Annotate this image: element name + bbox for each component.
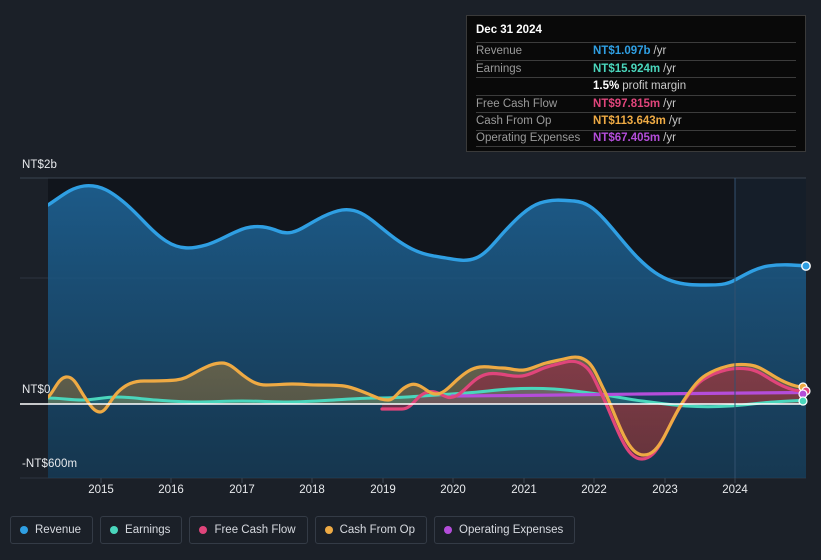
- earnings-endpoint-marker: [798, 396, 808, 406]
- legend-color-dot-icon: [110, 526, 119, 534]
- legend-item-label: Operating Expenses: [459, 524, 564, 536]
- tooltip-row-value: NT$1.097b: [593, 45, 651, 58]
- revenue-endpoint-marker: [801, 261, 811, 271]
- tooltip-row: Cash From Op NT$113.643m/yr: [476, 112, 796, 130]
- x-axis-tick-2017: 2017: [229, 484, 255, 496]
- legend-color-dot-icon: [20, 526, 28, 534]
- tooltip-row-label: Earnings: [476, 62, 522, 75]
- x-axis-tick-2022: 2022: [581, 484, 607, 496]
- legend-item-earnings[interactable]: Earnings: [100, 516, 183, 544]
- tooltip-row: Revenue NT$1.097b/yr: [476, 42, 796, 60]
- tooltip-row-value: NT$67.405m: [593, 132, 661, 145]
- tooltip-row: Operating Expenses NT$67.405m/yr: [476, 129, 796, 147]
- legend-item-revenue[interactable]: Revenue: [10, 516, 94, 544]
- x-axis-tick-2020: 2020: [440, 484, 466, 496]
- x-axis-tick-2019: 2019: [370, 484, 396, 496]
- legend-color-dot-icon: [199, 526, 208, 534]
- tooltip-row: 1.5% profit margin: [476, 77, 796, 95]
- y-axis-label-zero: NT$0: [22, 384, 51, 396]
- tooltip-row-suffix: /yr: [663, 62, 676, 75]
- tooltip-row-value: NT$15.924m: [593, 62, 661, 75]
- x-axis-tick-2024: 2024: [722, 484, 748, 496]
- tooltip-row-value: 1.5%: [593, 80, 620, 93]
- tooltip-row-label: Free Cash Flow: [476, 97, 558, 110]
- tooltip-row-label: Cash From Op: [476, 115, 552, 128]
- chart-legend: Revenue Earnings Free Cash Flow Cash From O…: [10, 516, 576, 544]
- x-axis-tick-2023: 2023: [652, 484, 678, 496]
- legend-color-dot-icon: [444, 526, 453, 534]
- y-axis-label-top: NT$2b: [22, 159, 58, 171]
- tooltip-row-value: NT$113.643m: [593, 115, 666, 128]
- tooltip-row-suffix: /yr: [668, 115, 682, 128]
- x-axis-tick-2018: 2018: [299, 484, 325, 496]
- legend-item-label: Free Cash Flow: [214, 524, 296, 536]
- legend-color-dot-icon: [324, 526, 333, 534]
- tooltip-row: Free Cash Flow NT$97.815m/yr: [476, 94, 796, 113]
- tooltip-row-label: Operating Expenses: [476, 132, 581, 145]
- legend-item-free-cash-flow[interactable]: Free Cash Flow: [189, 516, 308, 544]
- legend-item-label: Revenue: [35, 524, 82, 536]
- tooltip-date: Dec 31 2024: [476, 24, 542, 36]
- tooltip-row-label: Revenue: [476, 45, 523, 58]
- tooltip-row-suffix: /yr: [663, 132, 676, 145]
- legend-item-operating-expenses[interactable]: Operating Expenses: [434, 516, 576, 544]
- data-tooltip: Dec 31 2024 Revenue NT$1.097b/yr Earnings N…: [466, 15, 806, 152]
- tooltip-row-value: NT$97.815m: [593, 97, 661, 110]
- legend-item-label: Earnings: [125, 524, 171, 536]
- x-axis-tick-2015: 2015: [88, 484, 114, 496]
- tooltip-row-suffix: profit margin: [622, 80, 687, 93]
- y-axis-label-bottom: -NT$600m: [22, 458, 78, 470]
- x-axis-tick-2016: 2016: [158, 484, 184, 496]
- legend-item-label: Cash From Op: [339, 524, 416, 536]
- tooltip-row: Earnings NT$15.924m/yr: [476, 59, 796, 78]
- legend-item-cash-from-op[interactable]: Cash From Op: [314, 516, 428, 544]
- chart-page: NT$2b NT$0 -NT$600m 2015 2016 2017 2018 2019…: [0, 0, 821, 560]
- tooltip-rows: Revenue NT$1.097b/yr Earnings NT$15.924m/yr…: [476, 42, 796, 147]
- tooltip-row-suffix: /yr: [663, 97, 676, 110]
- tooltip-row-suffix: /yr: [653, 45, 667, 58]
- x-axis-tick-2021: 2021: [511, 484, 537, 496]
